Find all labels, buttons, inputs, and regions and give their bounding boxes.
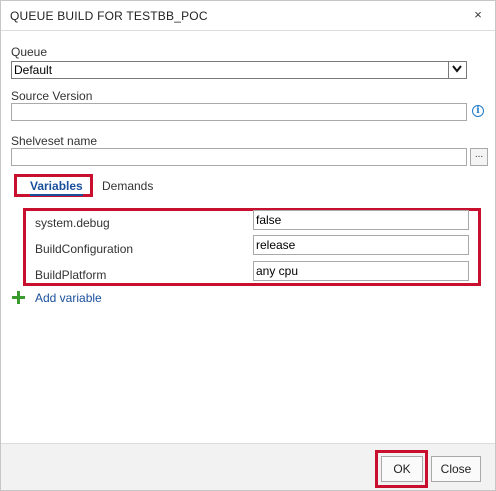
queue-selected-value: Default bbox=[14, 63, 53, 77]
shelveset-input[interactable] bbox=[11, 148, 467, 166]
shelveset-browse-button[interactable]: ... bbox=[470, 148, 488, 166]
info-icon[interactable]: i bbox=[472, 105, 484, 117]
shelveset-label: Shelveset name bbox=[11, 134, 98, 148]
variable-value-system-debug[interactable] bbox=[253, 210, 469, 230]
variable-name-system-debug: system.debug bbox=[35, 216, 110, 230]
ok-button[interactable]: OK bbox=[381, 456, 423, 482]
dialog-title: QUEUE BUILD FOR TESTBB_POC bbox=[10, 9, 208, 23]
queue-select[interactable]: Default bbox=[11, 61, 467, 79]
variable-value-build-configuration[interactable] bbox=[253, 235, 469, 255]
tab-variables-label: Variables bbox=[30, 179, 83, 193]
variable-value-build-platform[interactable] bbox=[253, 261, 469, 281]
queue-label: Queue bbox=[11, 45, 48, 59]
chevron-down-icon[interactable] bbox=[448, 62, 466, 78]
source-version-label: Source Version bbox=[11, 89, 93, 103]
variable-name-build-platform: BuildPlatform bbox=[35, 268, 107, 282]
source-version-input[interactable] bbox=[11, 103, 467, 121]
plus-icon bbox=[12, 291, 25, 304]
tab-demands[interactable]: Demands bbox=[102, 179, 153, 193]
dialog-titlebar: QUEUE BUILD FOR TESTBB_POC × bbox=[1, 1, 495, 31]
tab-variables[interactable]: Variables bbox=[30, 179, 83, 196]
active-tab-underline bbox=[30, 194, 83, 196]
queue-build-dialog: QUEUE BUILD FOR TESTBB_POC × Queue Defau… bbox=[0, 0, 496, 491]
close-icon[interactable]: × bbox=[471, 8, 485, 22]
close-button[interactable]: Close bbox=[431, 456, 481, 482]
variable-name-build-configuration: BuildConfiguration bbox=[35, 242, 134, 256]
add-variable-label: Add variable bbox=[35, 291, 102, 305]
